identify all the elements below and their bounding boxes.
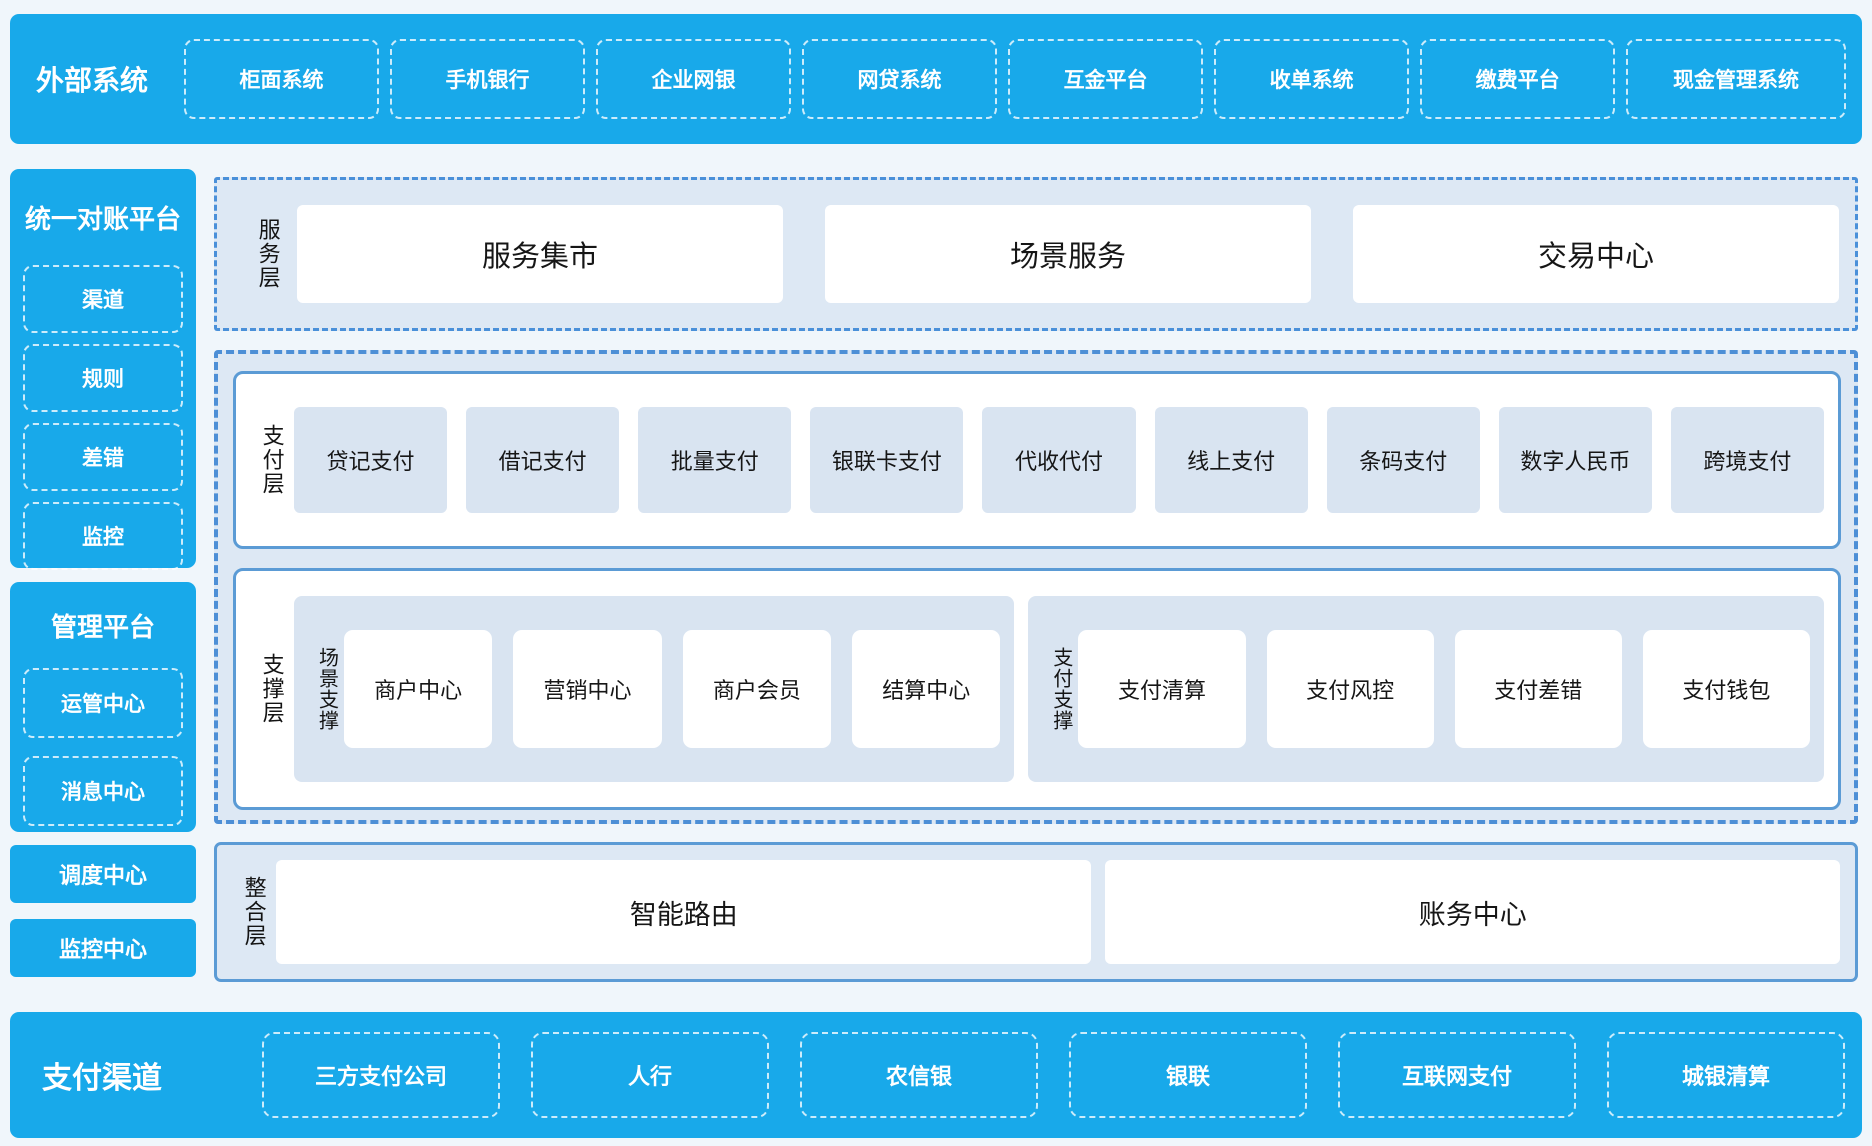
support-box-marketing-center: 营销中心: [513, 630, 661, 748]
external-systems-bar: 外部系统 柜面系统 手机银行 企业网银 网贷系统 互金平台 收单系统 缴费平台 …: [10, 14, 1862, 144]
recon-item-discrepancy: 差错: [23, 423, 183, 491]
channel-box-third-party: 三方支付公司: [262, 1032, 500, 1118]
payment-support-items: 支付清算 支付风控 支付差错 支付钱包: [1078, 630, 1810, 748]
payment-box-credit: 贷记支付: [294, 407, 447, 513]
integration-box-smart-routing: 智能路由: [276, 860, 1091, 964]
payment-box-collection: 代收代付: [982, 407, 1135, 513]
payment-layer-label: 支付层: [250, 424, 294, 496]
support-layer-label: 支撑层: [250, 653, 294, 725]
payment-box-barcode: 条码支付: [1327, 407, 1480, 513]
channel-box-pboc: 人行: [531, 1032, 769, 1118]
payment-box-batch: 批量支付: [638, 407, 791, 513]
external-systems-title: 外部系统: [10, 59, 184, 99]
payment-box-unionpay-card: 银联卡支付: [810, 407, 963, 513]
channel-box-city-bank-clearing: 城银清算: [1607, 1032, 1845, 1118]
service-box-scenario: 场景服务: [825, 205, 1311, 303]
channel-box-unionpay: 银联: [1069, 1032, 1307, 1118]
integration-box-accounting-center: 账务中心: [1105, 860, 1840, 964]
support-box-payment-discrepancy: 支付差错: [1455, 630, 1622, 748]
external-system-box-mobile-bank: 手机银行: [390, 39, 585, 119]
support-layer-groups: 场景支撑 商户中心 营销中心 商户会员 结算中心 支付支撑 支付清算 支付风控: [294, 596, 1824, 782]
payment-support-label: 支付支撑: [1042, 647, 1078, 731]
main-diagram-area: 服务层 服务集市 场景服务 交易中心 支付层 贷记支付 借记支付 批量支付 银联…: [214, 177, 1858, 982]
management-platform-title: 管理平台: [23, 582, 183, 668]
payment-support-group: 支付支撑 支付清算 支付风控 支付差错 支付钱包: [1028, 596, 1824, 782]
mgmt-item-operations-center: 运管中心: [23, 668, 183, 738]
payment-box-online: 线上支付: [1155, 407, 1308, 513]
integration-layer-items: 智能路由 账务中心: [276, 860, 1840, 964]
service-box-market: 服务集市: [297, 205, 783, 303]
support-box-payment-risk: 支付风控: [1267, 630, 1434, 748]
payment-layer-section: 支付层 贷记支付 借记支付 批量支付 银联卡支付 代收代付 线上支付 条码支付 …: [233, 371, 1841, 549]
support-box-payment-wallet: 支付钱包: [1643, 630, 1810, 748]
service-layer-items: 服务集市 场景服务 交易中心: [297, 205, 1839, 303]
channel-box-internet-payment: 互联网支付: [1338, 1032, 1576, 1118]
external-system-box-cash-mgmt: 现金管理系统: [1626, 39, 1846, 119]
channel-box-rural-credit: 农信银: [800, 1032, 1038, 1118]
scenario-support-label: 场景支撑: [308, 647, 344, 731]
payment-box-debit: 借记支付: [466, 407, 619, 513]
recon-item-monitoring: 监控: [23, 502, 183, 570]
scenario-support-items: 商户中心 营销中心 商户会员 结算中心: [344, 630, 1000, 748]
external-system-box-bill-payment: 缴费平台: [1420, 39, 1615, 119]
payment-layer-items: 贷记支付 借记支付 批量支付 银联卡支付 代收代付 线上支付 条码支付 数字人民…: [294, 407, 1824, 513]
payment-channels-bar: 支付渠道 三方支付公司 人行 农信银 银联 互联网支付 城银清算: [10, 1012, 1862, 1138]
reconciliation-platform-box: 统一对账平台 渠道 规则 差错 监控: [10, 169, 196, 568]
support-box-merchant-center: 商户中心: [344, 630, 492, 748]
service-box-trade-center: 交易中心: [1353, 205, 1839, 303]
external-system-box-internet-finance: 互金平台: [1008, 39, 1203, 119]
integration-layer-label: 整合层: [232, 876, 276, 948]
payment-support-wrapper: 支付层 贷记支付 借记支付 批量支付 银联卡支付 代收代付 线上支付 条码支付 …: [214, 350, 1858, 824]
external-system-box-corp-ebank: 企业网银: [596, 39, 791, 119]
support-box-merchant-member: 商户会员: [683, 630, 831, 748]
payment-channels-items: 三方支付公司 人行 农信银 银联 互联网支付 城银清算: [262, 1032, 1845, 1118]
dispatch-center-box: 调度中心: [10, 845, 196, 903]
scenario-support-group: 场景支撑 商户中心 营销中心 商户会员 结算中心: [294, 596, 1014, 782]
support-box-payment-clearing: 支付清算: [1078, 630, 1245, 748]
external-systems-items: 柜面系统 手机银行 企业网银 网贷系统 互金平台 收单系统 缴费平台 现金管理系…: [184, 39, 1846, 119]
service-layer-section: 服务层 服务集市 场景服务 交易中心: [214, 177, 1858, 331]
service-layer-label: 服务层: [239, 218, 297, 290]
payment-architecture-diagram: 外部系统 柜面系统 手机银行 企业网银 网贷系统 互金平台 收单系统 缴费平台 …: [0, 0, 1872, 1146]
monitoring-center-box: 监控中心: [10, 919, 196, 977]
support-layer-section: 支撑层 场景支撑 商户中心 营销中心 商户会员 结算中心 支付支撑: [233, 568, 1841, 810]
management-platform-box: 管理平台 运管中心 消息中心: [10, 582, 196, 832]
reconciliation-platform-title: 统一对账平台: [23, 169, 183, 265]
support-box-settlement-center: 结算中心: [852, 630, 1000, 748]
external-system-box-counter: 柜面系统: [184, 39, 379, 119]
payment-channels-title: 支付渠道: [10, 1053, 262, 1097]
integration-layer-section: 整合层 智能路由 账务中心: [214, 842, 1858, 982]
external-system-box-acquiring: 收单系统: [1214, 39, 1409, 119]
payment-box-cross-border: 跨境支付: [1671, 407, 1824, 513]
external-system-box-online-loan: 网贷系统: [802, 39, 997, 119]
recon-item-rules: 规则: [23, 344, 183, 412]
payment-box-digital-rmb: 数字人民币: [1499, 407, 1652, 513]
mgmt-item-message-center: 消息中心: [23, 756, 183, 826]
left-sidebar: 统一对账平台 渠道 规则 差错 监控 管理平台 运管中心 消息中心 调度中心 监…: [10, 169, 196, 977]
recon-item-channel: 渠道: [23, 265, 183, 333]
